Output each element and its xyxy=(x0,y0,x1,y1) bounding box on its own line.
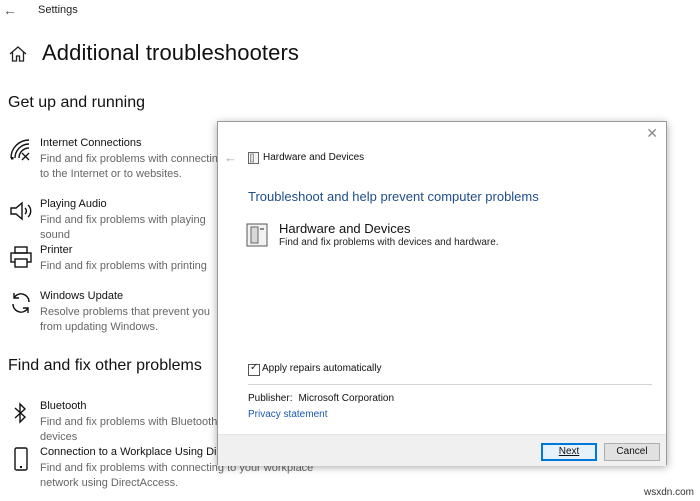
hardware-icon xyxy=(248,152,259,164)
hardware-icon xyxy=(246,223,268,247)
item-description: Find and fix problems with Bluetooth dev… xyxy=(40,416,218,443)
troubleshooter-dialog: ✕ ← Hardware and Devices Troubleshoot an… xyxy=(217,121,667,466)
option-description: Find and fix problems with devices and h… xyxy=(279,237,499,248)
dialog-heading: Troubleshoot and help prevent computer p… xyxy=(248,189,539,204)
refresh-icon xyxy=(12,293,30,313)
item-description: Resolve problems that prevent you from u… xyxy=(40,306,210,333)
item-name: Printer xyxy=(40,244,73,256)
cancel-button[interactable]: Cancel xyxy=(604,443,660,461)
item-name: Playing Audio xyxy=(40,198,107,210)
back-arrow-icon[interactable]: ← xyxy=(3,2,17,18)
option-title: Hardware and Devices xyxy=(279,221,411,236)
publisher: Publisher: Microsoft Corporation xyxy=(248,393,394,404)
divider xyxy=(248,384,652,385)
item-name: Bluetooth xyxy=(40,400,87,412)
publisher-value: Microsoft Corporation xyxy=(298,393,395,404)
next-button[interactable]: Next xyxy=(541,443,597,461)
home-icon[interactable] xyxy=(8,44,28,64)
close-icon[interactable]: ✕ xyxy=(646,125,658,142)
item-description: Find and fix problems with connecting to… xyxy=(40,153,225,180)
dialog-footer: Next Cancel xyxy=(218,434,666,466)
item-name: Windows Update xyxy=(40,290,124,302)
watermark: wsxdn.com xyxy=(643,487,694,498)
item-description: Find and fix problems with playing sound xyxy=(40,214,206,241)
section-title-get-up-and-running: Get up and running xyxy=(8,94,145,111)
dialog-back-icon[interactable]: ← xyxy=(224,150,237,165)
hardware-and-devices-option[interactable]: Hardware and Devices Find and fix proble… xyxy=(246,221,546,255)
publisher-label: Publisher: xyxy=(248,393,293,404)
app-title: Settings xyxy=(38,4,78,16)
item-name: Internet Connections xyxy=(40,137,142,149)
phone-icon xyxy=(14,447,28,471)
dialog-nav-title: Hardware and Devices xyxy=(263,152,365,163)
section-title-find-and-fix-other-problems: Find and fix other problems xyxy=(8,357,202,374)
wifi-icon xyxy=(10,139,30,161)
bluetooth-icon xyxy=(14,402,27,424)
privacy-statement-link[interactable]: Privacy statement xyxy=(248,409,327,420)
title-bar: ← Settings xyxy=(0,0,700,22)
apply-repairs-checkbox[interactable] xyxy=(248,362,260,376)
page-title: Additional troubleshooters xyxy=(42,40,299,65)
speaker-icon xyxy=(10,201,32,221)
item-description: Find and fix problems with printing xyxy=(40,260,207,272)
apply-repairs-label: Apply repairs automatically xyxy=(262,363,382,374)
next-label: Next xyxy=(558,446,580,457)
printer-icon xyxy=(10,246,32,268)
